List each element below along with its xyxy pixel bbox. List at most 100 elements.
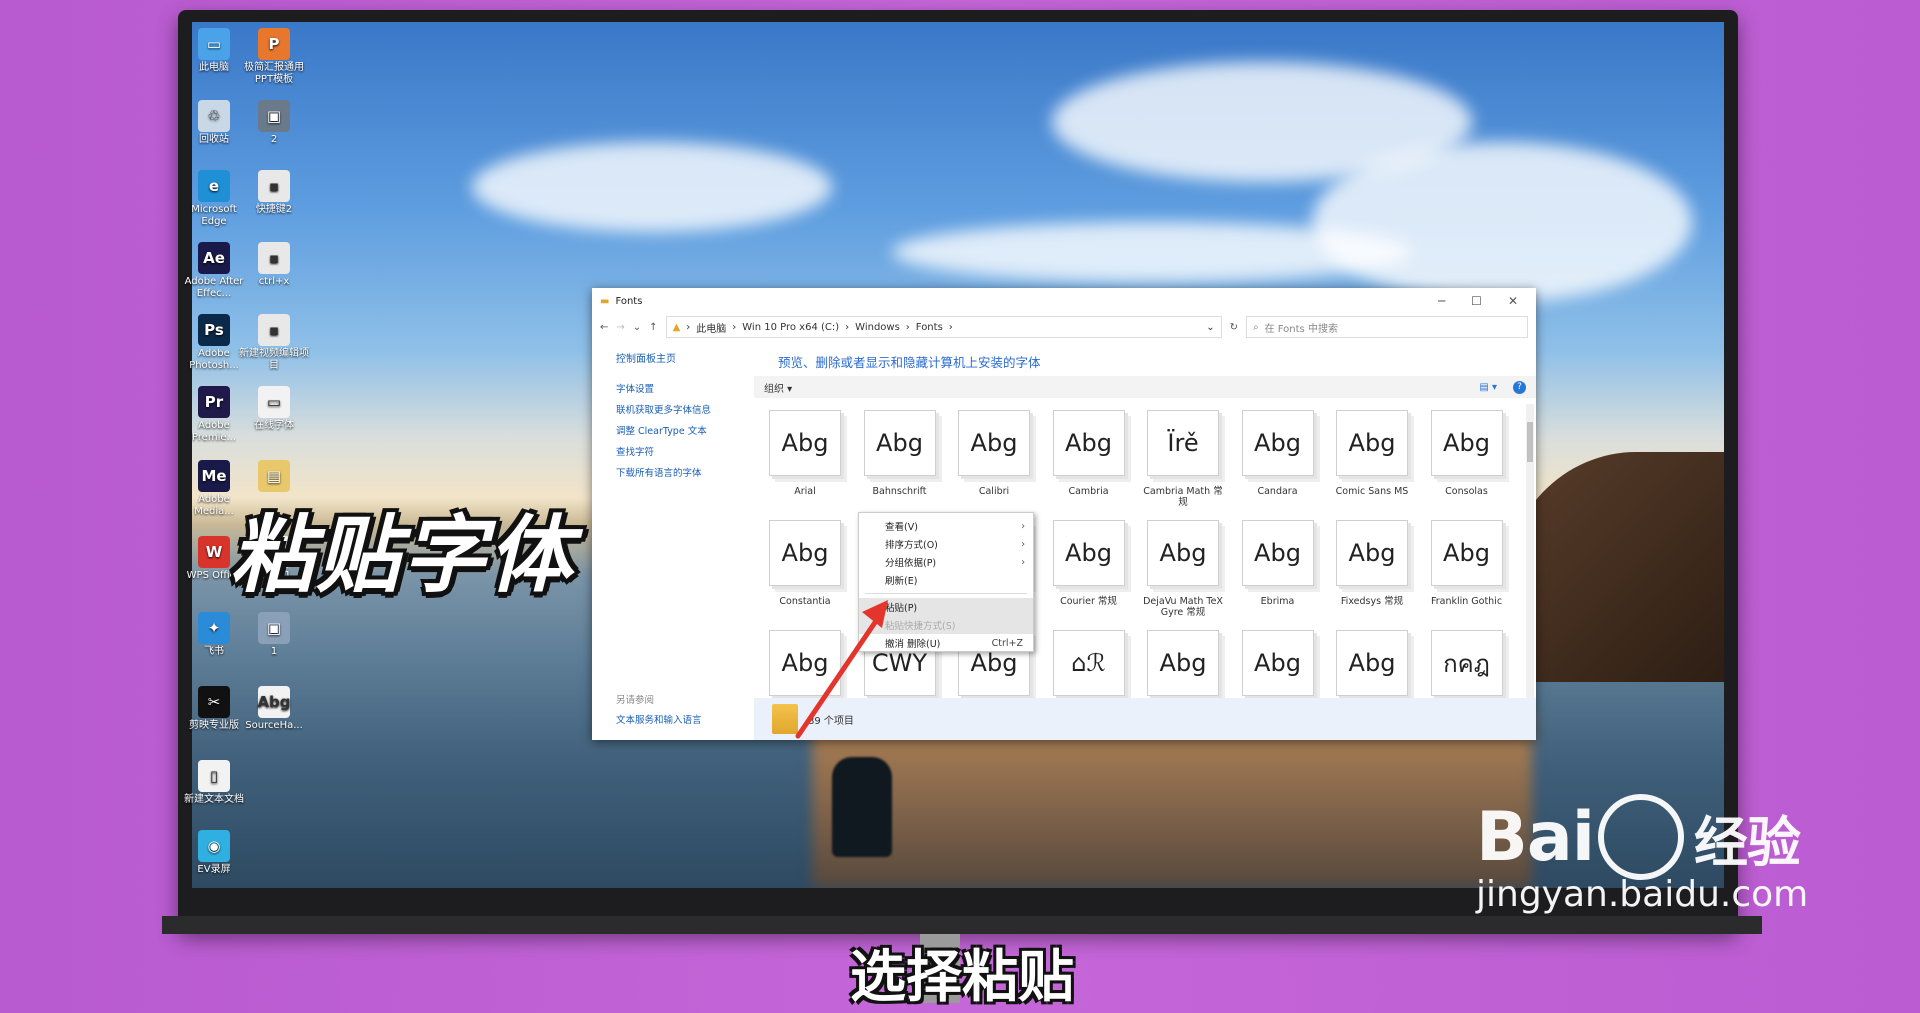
desktop-icon[interactable]: ▣ 1 <box>238 612 310 658</box>
image-file-icon: ▣ <box>258 100 290 132</box>
find-character-link[interactable]: 查找字符 <box>616 444 754 458</box>
desktop-icon[interactable]: ◉ EV录屏 <box>178 830 250 876</box>
scroll-thumb[interactable] <box>1527 422 1533 462</box>
context-menu-item[interactable]: 刷新(E) <box>859 571 1033 589</box>
fonts-window[interactable]: ▬ Fonts ─ ☐ ✕ ← → ⌄ ↑ ▲ › 此电脑 › Win 10 P… <box>592 288 1536 740</box>
font-settings-link[interactable]: 字体设置 <box>616 381 754 395</box>
font-preview: Abg <box>1147 520 1219 586</box>
desktop-icon[interactable]: ▪ ctrl+x <box>238 242 310 288</box>
maximize-icon[interactable]: ☐ <box>1471 294 1482 308</box>
search-input[interactable]: ⌕ 在 Fonts 中搜索 <box>1246 316 1528 338</box>
font-tile[interactable]: Abg Courier 常规 <box>1048 520 1130 607</box>
address-dropdown-icon[interactable]: ⌄ <box>1206 322 1214 333</box>
font-tile[interactable]: Abg Bahnschrift <box>859 410 941 497</box>
fonts-folder-icon: ▲ <box>672 321 681 333</box>
forward-arrow-icon[interactable]: → <box>616 322 624 333</box>
desktop-icon[interactable]: ▪ 新建视频编辑项目 <box>238 314 310 372</box>
font-tile[interactable]: กคฎ <box>1426 630 1508 706</box>
font-tile[interactable]: Abg <box>1237 630 1319 706</box>
address-bar[interactable]: ▲ › 此电脑 › Win 10 Pro x64 (C:) › Windows … <box>665 316 1222 338</box>
refresh-icon[interactable]: ↻ <box>1230 322 1238 333</box>
font-preview: Abg <box>769 520 841 586</box>
computer-icon: ▭ <box>198 28 230 60</box>
font-tile[interactable]: Abg Cambria <box>1048 410 1130 497</box>
desktop-icon[interactable]: ▣ 2 <box>238 100 310 146</box>
desktop-icon-label: 2 <box>270 134 278 145</box>
toolbar: 组织 ▾ ▤ ▾ ? <box>754 376 1536 398</box>
breadcrumb-sep: › <box>686 321 691 333</box>
close-icon[interactable]: ✕ <box>1508 294 1518 308</box>
adjust-cleartype-link[interactable]: 调整 ClearType 文本 <box>616 423 754 437</box>
context-menu-item[interactable]: 粘贴(P) <box>859 598 1033 616</box>
help-icon[interactable]: ? <box>1513 380 1526 394</box>
context-menu-item[interactable]: 查看(V) › <box>859 517 1033 535</box>
desktop-icon[interactable]: ▯ 新建文本文档 <box>178 760 250 806</box>
font-name: Cambria <box>1068 486 1109 497</box>
context-menu-item[interactable]: 排序方式(O) › <box>859 535 1033 553</box>
desktop-icon[interactable]: P 极简汇报通用PPT模板 <box>238 28 310 86</box>
font-tile[interactable]: Abg <box>1331 630 1413 706</box>
organize-button[interactable]: 组织 ▾ <box>764 380 792 395</box>
font-tile[interactable]: Abg Fixedsys 常规 <box>1331 520 1413 607</box>
font-tile[interactable]: ⌂ℛ <box>1048 630 1130 706</box>
font-name: Bahnschrift <box>872 486 927 497</box>
desktop-icon[interactable]: ▪ 快捷键2 <box>238 170 310 216</box>
vertical-scrollbar[interactable] <box>1526 404 1534 740</box>
font-preview: Abg <box>1430 520 1503 586</box>
menu-item-label: 刷新(E) <box>885 576 918 587</box>
font-tile[interactable]: Abg Comic Sans MS <box>1331 410 1413 497</box>
font-tile[interactable]: Abg Consolas <box>1426 410 1508 497</box>
breadcrumb-sep: › <box>732 321 737 333</box>
font-tile[interactable]: Abg Candara <box>1237 410 1319 497</box>
get-font-info-online-link[interactable]: 联机获取更多字体信息 <box>616 402 754 416</box>
text-services-link[interactable]: 文本服务和输入语言 <box>616 712 702 726</box>
page-heading: 预览、删除或者显示和隐藏计算机上安装的字体 <box>778 355 1041 370</box>
breadcrumb-windows[interactable]: Windows <box>855 322 900 333</box>
font-file-icon: Abg <box>257 686 291 718</box>
back-arrow-icon[interactable]: ← <box>600 322 608 333</box>
media-encoder-icon: Me <box>198 460 230 492</box>
title-bar[interactable]: ▬ Fonts ─ ☐ ✕ <box>592 288 1536 314</box>
ev-recorder-icon: ◉ <box>198 830 230 862</box>
subtitle: 选择粘贴 <box>850 945 1074 1010</box>
font-preview: Abg <box>769 410 841 476</box>
context-menu-item: 粘贴快捷方式(S) <box>859 616 1033 634</box>
font-preview: Abg <box>1241 520 1314 586</box>
font-tile[interactable]: Abg <box>1142 630 1224 706</box>
context-menu-item[interactable]: 撤消 删除(U) Ctrl+Z <box>859 634 1033 652</box>
desktop-icon[interactable]: ▭ 在线字体 <box>238 386 310 432</box>
font-tile[interactable]: Abg Arial <box>764 410 846 497</box>
minimize-icon[interactable]: ─ <box>1438 294 1445 308</box>
after-effects-icon: Ae <box>198 242 230 274</box>
font-preview: ⌂ℛ <box>1052 630 1125 696</box>
font-tile[interactable]: Abg DejaVu Math TeX Gyre 常规 <box>1142 520 1224 618</box>
breadcrumb-fonts[interactable]: Fonts <box>916 322 943 333</box>
download-all-fonts-link[interactable]: 下载所有语言的字体 <box>616 465 754 479</box>
menu-item-label: 撤消 删除(U) <box>885 639 941 650</box>
font-tile[interactable]: Abg Ebrima <box>1237 520 1319 607</box>
font-preview: Ïrě <box>1147 410 1219 476</box>
font-tile[interactable]: Ïrě Cambria Math 常规 <box>1142 410 1224 508</box>
font-tile[interactable]: Abg <box>764 630 846 706</box>
big-caption: 粘贴字体 <box>230 506 575 604</box>
search-icon: ⌕ <box>1253 321 1259 333</box>
font-preview: Abg <box>1241 410 1314 476</box>
cliff-rock <box>1504 452 1724 682</box>
up-arrow-icon[interactable]: ↑ <box>649 322 657 333</box>
chevron-right-icon: › <box>1021 556 1025 568</box>
view-options-icon[interactable]: ▤ ▾ <box>1479 382 1497 393</box>
font-preview: กคฎ <box>1430 630 1503 696</box>
context-menu-item[interactable]: 分组依据(P) › <box>859 553 1033 571</box>
breadcrumb-sep: › <box>905 321 910 333</box>
desktop-icon[interactable]: Abg SourceHa... <box>238 686 310 732</box>
font-tile[interactable]: Abg Franklin Gothic <box>1426 520 1508 607</box>
font-tile[interactable]: Abg Constantia <box>764 520 846 607</box>
font-name: Consolas <box>1445 486 1488 497</box>
breadcrumb-this-pc[interactable]: 此电脑 <box>696 320 726 335</box>
control-panel-home-link[interactable]: 控制面板主页 <box>616 350 754 365</box>
breadcrumb-drive[interactable]: Win 10 Pro x64 (C:) <box>742 322 839 333</box>
font-preview: Abg <box>958 410 1030 476</box>
desktop-icon-label: SourceHa... <box>245 720 303 731</box>
chevron-down-icon[interactable]: ⌄ <box>633 322 641 333</box>
font-tile[interactable]: Abg Calibri <box>953 410 1035 497</box>
